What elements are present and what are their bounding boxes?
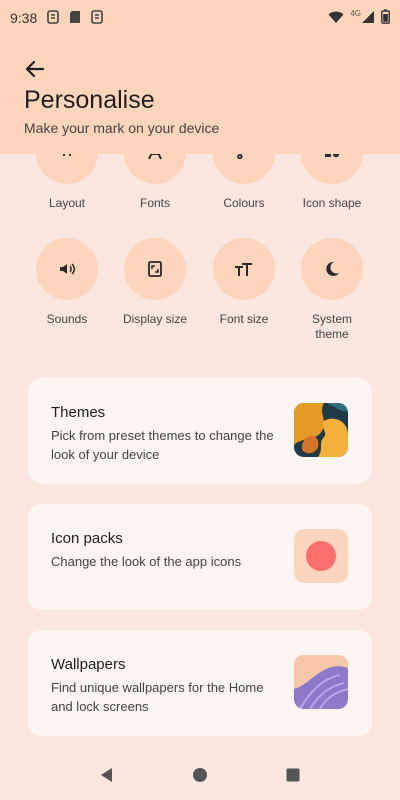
- tile-label-display-size: Display size: [122, 312, 188, 326]
- tile-font-size[interactable]: Font size: [206, 238, 282, 327]
- moon-icon: [326, 261, 339, 276]
- tile-label-font-size: Font size: [219, 312, 269, 326]
- sd-card-icon: [69, 10, 81, 27]
- display-size-icon: [148, 261, 162, 277]
- system-nav-bar: [0, 754, 400, 800]
- display-size-button[interactable]: [124, 238, 186, 300]
- tile-label-system-theme: System theme: [311, 312, 352, 341]
- app-bar: Personalise Make your mark on your devic…: [0, 36, 400, 154]
- battery-icon: [381, 9, 390, 27]
- nav-home-button[interactable]: [192, 767, 208, 788]
- card-title-themes: Themes: [51, 404, 106, 421]
- nav-recents-button[interactable]: [285, 767, 301, 788]
- card-title-wallpapers: Wallpapers: [51, 656, 126, 673]
- nav-back-button[interactable]: [99, 767, 115, 788]
- icon-packs-thumbnail: [294, 529, 348, 583]
- card-desc-icon-packs: Change the look of the app icons: [51, 554, 242, 569]
- triangle-back-icon: [100, 767, 112, 782]
- card-desc-wallpapers: Find unique wallpapers for the Home and …: [51, 680, 264, 714]
- square-recents-icon: [286, 768, 300, 781]
- wallpapers-thumbnail: [294, 655, 348, 709]
- font-size-button[interactable]: [213, 238, 275, 300]
- wallpapers-card[interactable]: Wallpapers Find unique wallpapers for th…: [28, 630, 372, 736]
- icon-packs-card[interactable]: Icon packs Change the look of the app ic…: [28, 504, 372, 610]
- arrow-back-icon: [25, 60, 45, 78]
- tile-label-icon-shape: Icon shape: [302, 196, 362, 210]
- page-title: Personalise: [24, 86, 155, 114]
- page-subtitle: Make your mark on your device: [24, 120, 220, 136]
- status-bar: 9:38 4G: [0, 0, 400, 36]
- themes-thumbnail: [294, 403, 348, 457]
- status-time: 9:38: [10, 10, 38, 26]
- tile-system-theme[interactable]: System theme: [294, 238, 370, 342]
- themes-card[interactable]: Themes Pick from preset themes to change…: [28, 378, 372, 484]
- tile-label-layout: Layout: [48, 196, 86, 210]
- wifi-icon: [328, 10, 344, 27]
- content-area: Layout Fonts Colours Icon shape Sounds D…: [0, 122, 400, 754]
- tile-label-colours: Colours: [223, 196, 265, 210]
- card-title-icon-packs: Icon packs: [51, 530, 123, 547]
- volume-icon: [60, 263, 75, 275]
- tile-label-sounds: Sounds: [46, 312, 88, 326]
- back-button[interactable]: [22, 56, 48, 82]
- signal-icon: [361, 10, 375, 27]
- notification-icon-2: [91, 9, 104, 27]
- sounds-button[interactable]: [36, 238, 98, 300]
- card-desc-themes: Pick from preset themes to change the lo…: [51, 428, 274, 462]
- circle-home-icon: [192, 767, 207, 782]
- tile-label-fonts: Fonts: [139, 196, 170, 210]
- network-type-label: 4G: [350, 8, 361, 18]
- font-size-icon: [235, 263, 252, 276]
- tile-sounds[interactable]: Sounds: [29, 238, 105, 327]
- system-theme-button[interactable]: [301, 238, 363, 300]
- tile-display-size[interactable]: Display size: [117, 238, 193, 327]
- notification-icon-1: [47, 9, 60, 27]
